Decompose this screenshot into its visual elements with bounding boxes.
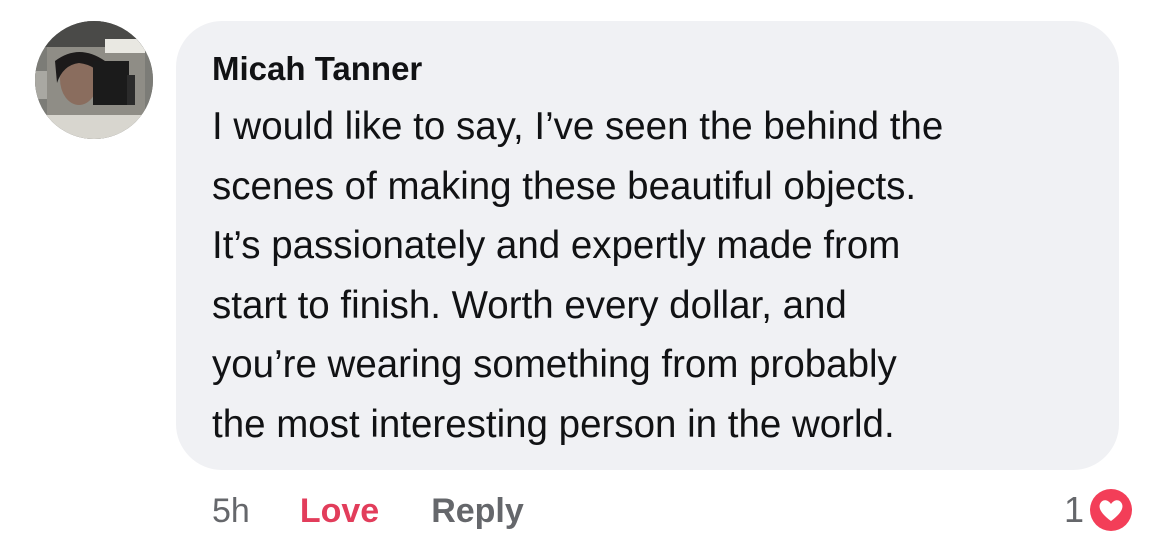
reply-button[interactable]: Reply xyxy=(431,492,524,531)
reaction-summary[interactable]: 1 xyxy=(1064,484,1136,536)
comment-actions: 5h Love Reply xyxy=(212,488,524,534)
love-reaction-icon xyxy=(1087,486,1135,534)
author-name[interactable]: Micah Tanner xyxy=(212,49,1099,89)
comment-line: start to finish. Worth every dollar, and xyxy=(212,283,847,327)
comment: Micah Tanner I would like to say, I’ve s… xyxy=(0,0,1170,556)
reaction-count: 1 xyxy=(1063,489,1084,530)
comment-line: I would like to say, I’ve seen the behin… xyxy=(212,105,944,148)
comment-line: you’re wearing something from probably xyxy=(212,343,897,386)
profile-photo-icon xyxy=(35,21,153,139)
timestamp[interactable]: 5h xyxy=(212,492,250,531)
comment-text: I would like to say, I’ve seen the behin… xyxy=(212,97,1099,454)
avatar[interactable] xyxy=(35,21,153,139)
comment-line: scenes of making these beautiful objects… xyxy=(212,164,917,208)
comment-line: It’s passionately and expertly made from xyxy=(212,224,901,267)
comment-line: the most interesting person in the world… xyxy=(212,402,895,446)
comment-bubble: Micah Tanner I would like to say, I’ve s… xyxy=(176,21,1119,470)
love-button[interactable]: Love xyxy=(300,492,379,531)
